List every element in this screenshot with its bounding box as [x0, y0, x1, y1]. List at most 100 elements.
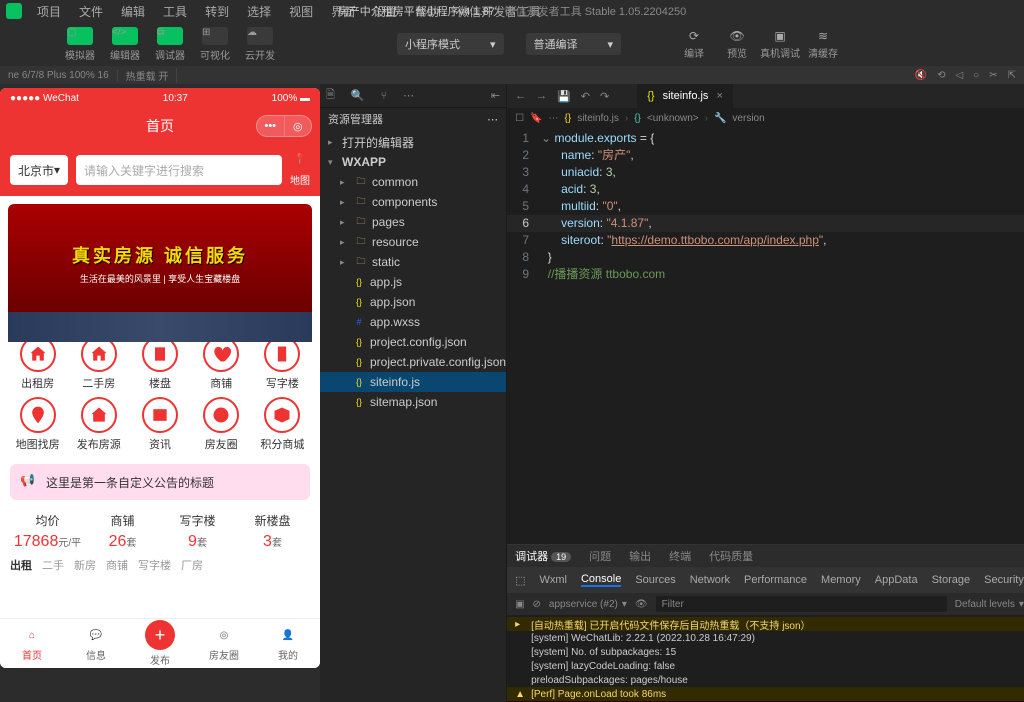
cat-second[interactable]: 二手 [42, 557, 64, 573]
folder-static[interactable]: ▸🗀static [320, 252, 506, 272]
capsule-menu-icon[interactable]: ••• [257, 116, 285, 136]
cat-shop[interactable]: 商铺 [106, 557, 128, 573]
subtab-appdata[interactable]: AppData [875, 574, 918, 586]
menu-view[interactable]: 视图 [282, 1, 320, 22]
tab-terminal[interactable]: 终端 [669, 548, 691, 564]
search-tab-icon[interactable]: 🔍 [351, 89, 365, 102]
tab-publish[interactable]: +发布 [128, 619, 192, 668]
explorer-tab-icon[interactable]: 🗎 [326, 86, 335, 105]
subtab-sources[interactable]: Sources [635, 574, 675, 586]
more-icon[interactable]: ⋯ [487, 113, 498, 126]
real-debug-button[interactable]: ▣真机调试 [760, 29, 800, 60]
nav-fwd-icon[interactable]: → [536, 90, 547, 103]
stat-avg[interactable]: 均价17868元/平 [10, 512, 85, 551]
bookmark-icon[interactable]: ☐ [515, 113, 524, 124]
folder-pages[interactable]: ▸🗀pages [320, 212, 506, 232]
stat-office[interactable]: 写字楼9套 [160, 512, 235, 551]
cat-new[interactable]: 新房 [74, 557, 96, 573]
nav-rent[interactable]: 出租房 [10, 336, 65, 391]
console-output[interactable]: ▸[自动热重载] 已开启代码文件保存后自动热重载（不支持 json） [syst… [507, 615, 1024, 702]
menu-edit[interactable]: 编辑 [114, 1, 152, 22]
subtab-security[interactable]: Security [984, 574, 1024, 586]
menu-tools[interactable]: 工具 [156, 1, 194, 22]
close-icon[interactable]: × [716, 90, 722, 102]
context-select[interactable]: appservice (#2) ▾ [549, 599, 627, 610]
subtab-performance[interactable]: Performance [744, 574, 807, 586]
nav-news[interactable]: 资讯 [132, 397, 187, 452]
menu-project[interactable]: 项目 [30, 1, 68, 22]
menu-goto[interactable]: 转到 [198, 1, 236, 22]
debugger-button[interactable]: ⧉调试器 [149, 25, 191, 64]
visual-button[interactable]: ⊞可视化 [194, 25, 236, 64]
breadcrumb-prop[interactable]: version [732, 113, 764, 124]
back-icon[interactable]: ◁ [955, 70, 963, 81]
redo-icon[interactable]: ↷ [600, 90, 609, 103]
breadcrumb-symbol[interactable]: <unknown> [647, 113, 699, 124]
nav-publish[interactable]: 发布房源 [71, 397, 126, 452]
clear-cache-button[interactable]: ≋清缓存 [803, 29, 843, 60]
hot-reload-status[interactable]: 热重载 开 [118, 68, 178, 83]
banner-image[interactable]: 真实房源 诚信服务 生活在最美的风景里 | 享受人生宝藏楼盘 [8, 204, 312, 322]
collapse-icon[interactable]: ⇤ [491, 89, 500, 102]
capsule-close-icon[interactable]: ◎ [285, 116, 312, 136]
mode-select[interactable]: 小程序模式▾ [397, 33, 504, 55]
device-select[interactable]: ne 6/7/8 Plus 100% 16 [0, 70, 118, 81]
file-app-js[interactable]: {}app.js [320, 272, 506, 292]
save-icon[interactable]: 💾 [557, 90, 571, 103]
file-siteinfo-js[interactable]: {}siteinfo.js [320, 372, 506, 392]
tab-output[interactable]: 输出 [629, 548, 651, 564]
tab-problems[interactable]: 问题 [589, 548, 611, 564]
tab-codequality[interactable]: 代码质量 [709, 548, 753, 564]
tab-debugger[interactable]: 调试器19 [515, 548, 571, 564]
compile-button[interactable]: ⟳编译 [674, 29, 714, 60]
undo-icon[interactable]: ↶ [581, 90, 590, 103]
cat-factory[interactable]: 厂房 [181, 557, 203, 573]
subtab-memory[interactable]: Memory [821, 574, 861, 586]
editor-button[interactable]: </>编辑器 [104, 25, 146, 64]
folder-common[interactable]: ▸🗀common [320, 172, 506, 192]
clear-console-icon[interactable]: ⊘ [533, 599, 541, 610]
cut-icon[interactable]: ✂ [989, 70, 997, 81]
bookmark-icon[interactable]: 🔖 [530, 113, 542, 124]
eye-icon[interactable]: 👁 [635, 599, 648, 610]
nav-points[interactable]: 积分商城 [255, 397, 310, 452]
preview-button[interactable]: 👁预览 [717, 29, 757, 60]
nav-building[interactable]: 楼盘 [132, 336, 187, 391]
popout-icon[interactable]: ⇱ [1008, 70, 1016, 81]
mute-icon[interactable]: 🔇 [915, 70, 927, 81]
compile-mode-select[interactable]: 普通编译▾ [526, 33, 622, 55]
file-project-private[interactable]: {}project.private.config.json [320, 352, 506, 372]
file-project-config[interactable]: {}project.config.json [320, 332, 506, 352]
subtab-network[interactable]: Network [690, 574, 730, 586]
inspect-icon[interactable]: ⬚ [515, 574, 525, 587]
menu-select[interactable]: 选择 [240, 1, 278, 22]
editor-tab-siteinfo[interactable]: {} siteinfo.js × [637, 84, 733, 108]
rotate-icon[interactable]: ⟲ [937, 70, 945, 81]
code-area[interactable]: 1⌄ module.exports = { 2 name: "房产", 3 un… [507, 128, 1024, 544]
git-tab-icon[interactable]: ⑂ [381, 90, 388, 102]
nav-secondhand[interactable]: 二手房 [71, 336, 126, 391]
folder-resource[interactable]: ▸🗀resource [320, 232, 506, 252]
subtab-wxml[interactable]: Wxml [539, 574, 567, 586]
subtab-console[interactable]: Console [581, 573, 621, 587]
file-sitemap-json[interactable]: {}sitemap.json [320, 392, 506, 412]
more-tab-icon[interactable]: ⋯ [403, 89, 414, 102]
stat-shop[interactable]: 商铺26套 [85, 512, 160, 551]
breadcrumb-file[interactable]: siteinfo.js [577, 113, 619, 124]
capsule-button[interactable]: ••• ◎ [256, 115, 312, 137]
tab-msg[interactable]: 💬信息 [64, 619, 128, 668]
file-app-wxss[interactable]: #app.wxss [320, 312, 506, 332]
open-editors-section[interactable]: ▸打开的编辑器 [320, 132, 506, 152]
map-button[interactable]: 📍 地图 [290, 154, 310, 187]
nav-mapsearch[interactable]: 地图找房 [10, 397, 65, 452]
menu-file[interactable]: 文件 [72, 1, 110, 22]
tab-home[interactable]: ⌂首页 [0, 619, 64, 668]
cat-rent[interactable]: 出租 [10, 557, 32, 573]
nav-circle[interactable]: 房友圈 [194, 397, 249, 452]
search-input[interactable]: 请输入关键字进行搜索 [76, 155, 282, 185]
stat-new[interactable]: 新楼盘3套 [235, 512, 310, 551]
sidebar-toggle-icon[interactable]: ▣ [515, 599, 524, 610]
simulator-button[interactable]: ▢模拟器 [59, 25, 101, 64]
nav-back-icon[interactable]: ← [515, 90, 526, 103]
file-app-json[interactable]: {}app.json [320, 292, 506, 312]
